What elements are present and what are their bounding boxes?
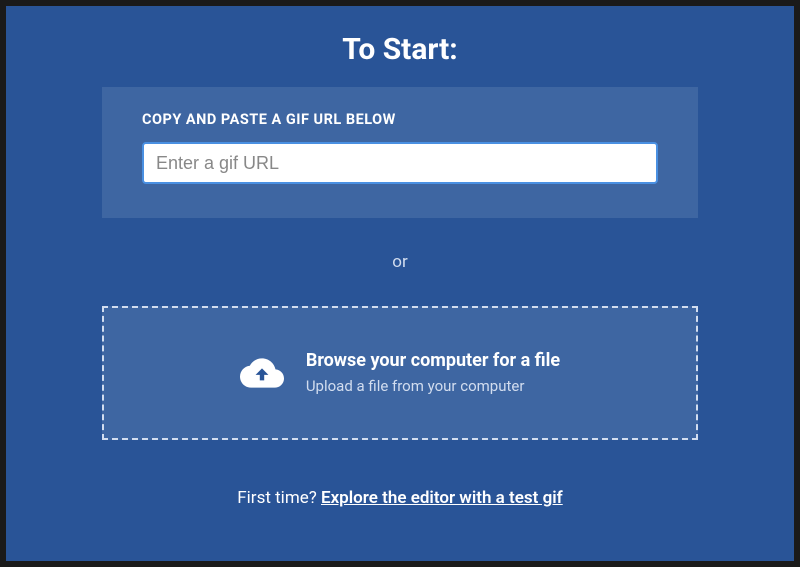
page-title: To Start: <box>342 32 457 67</box>
upload-subtitle: Upload a file from your computer <box>306 374 560 398</box>
explore-test-gif-link[interactable]: Explore the editor with a test gif <box>321 488 563 508</box>
start-panel: To Start: COPY AND PASTE A GIF URL BELOW… <box>6 6 794 561</box>
upload-content: Browse your computer for a file Upload a… <box>240 348 560 397</box>
footer-text: First time? Explore the editor with a te… <box>237 488 562 508</box>
url-input-label: COPY AND PASTE A GIF URL BELOW <box>142 111 658 128</box>
upload-text-group: Browse your computer for a file Upload a… <box>306 348 560 397</box>
cloud-upload-icon <box>240 351 284 395</box>
upload-title: Browse your computer for a file <box>306 348 560 373</box>
footer-prefix: First time? <box>237 488 321 508</box>
url-input-section: COPY AND PASTE A GIF URL BELOW <box>102 87 698 218</box>
or-divider: or <box>392 252 407 272</box>
gif-url-input[interactable] <box>142 142 658 184</box>
file-upload-dropzone[interactable]: Browse your computer for a file Upload a… <box>102 306 698 440</box>
